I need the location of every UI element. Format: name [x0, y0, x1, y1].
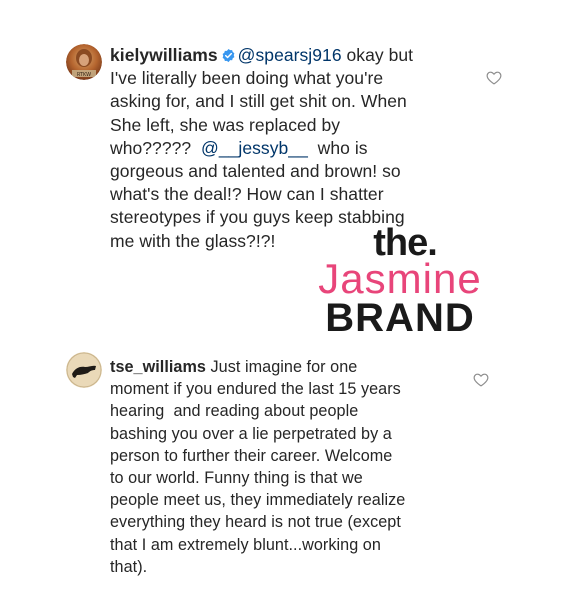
comment-line: I've literally been doing what you're: [110, 68, 384, 89]
mention-link[interactable]: @__jessyb__: [201, 138, 308, 158]
mention-link[interactable]: @spearsj916: [238, 45, 342, 65]
comment-line: bashing you over a lie perpetrated by a: [110, 424, 392, 443]
svg-text:RTKW: RTKW: [77, 72, 91, 78]
watermark-line-jasmine: Jasmine: [318, 255, 482, 302]
comment-text-segment: who?????: [110, 137, 201, 158]
comment-line: everything they heard is not true (excep…: [110, 513, 401, 532]
heart-outline-icon[interactable]: [486, 70, 502, 85]
comment-line: that).: [110, 557, 148, 576]
username-link[interactable]: kielywilliams: [110, 45, 218, 65]
comment-line: that I am extremely blunt...working on: [110, 535, 381, 554]
comment-line: people meet us, they immediately realize: [110, 491, 406, 510]
comment-text-segment: okay but: [341, 45, 414, 65]
comment-line: hearing and reading about people: [110, 402, 359, 421]
comment-line: gorgeous and talented and brown! so: [110, 161, 401, 182]
watermark-logo: the. Jasmine BRAND: [305, 224, 495, 338]
comment-line: She left, she was replaced by: [110, 114, 341, 135]
comment-line: what's the deal!? How can I shatter: [110, 184, 384, 205]
avatar[interactable]: [66, 352, 102, 388]
comment-text-segment: Just imagine for one: [205, 358, 358, 376]
heart-outline-icon[interactable]: [473, 372, 489, 387]
avatar[interactable]: RTKW: [66, 44, 102, 80]
comment-line: person to further their career. Welcome: [110, 446, 393, 465]
verified-badge-icon: [221, 46, 236, 63]
username-link[interactable]: tse_williams: [110, 358, 206, 376]
comment-line: kielywilliams @spearsj916 okay but: [110, 44, 460, 67]
comment-line: who????? @__jessyb__ who is: [110, 137, 460, 160]
comment-line: moment if you endured the last 15 years: [110, 380, 401, 399]
comment-line: tse_williams Just imagine for one: [110, 356, 458, 378]
comment-line: to our world. Funny thing is that we: [110, 469, 363, 488]
comment-text-segment: who is: [307, 137, 368, 158]
watermark-line-brand: BRAND: [325, 296, 475, 340]
comment-text: tse_williams Just imagine for one moment…: [110, 356, 458, 578]
comment-line: asking for, and I still get shit on. Whe…: [110, 91, 407, 112]
